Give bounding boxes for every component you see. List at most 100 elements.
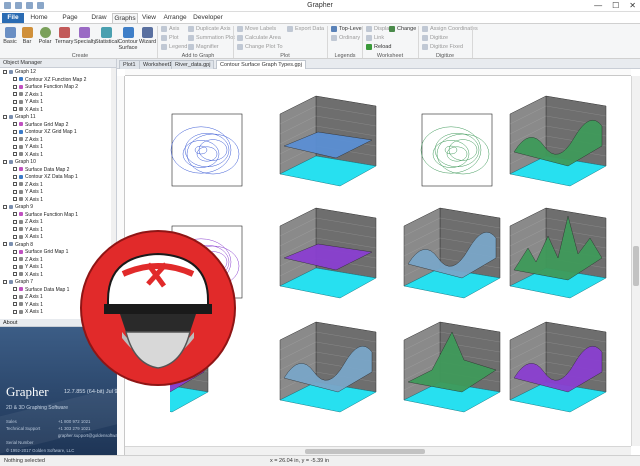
vertical-scroll-thumb[interactable] (633, 246, 639, 286)
add-plot-button[interactable]: Plot (161, 35, 178, 41)
top-level-legend-button[interactable]: Top-Level (331, 26, 363, 32)
visibility-checkbox[interactable] (13, 219, 17, 224)
tree-item[interactable]: X Axis 1 (13, 107, 43, 114)
tree-item[interactable]: Surface Function Map 1 (13, 212, 78, 219)
tree-item[interactable]: Z Axis 1 (13, 294, 43, 301)
polar-button[interactable]: Polar (37, 27, 53, 45)
tree-item[interactable]: Surface Function Map 2 (13, 84, 78, 91)
tab-developer[interactable]: Developer (192, 13, 224, 23)
digitize-fixed-button[interactable]: Digitize Fixed (422, 44, 463, 50)
horizontal-scrollbar[interactable] (125, 446, 631, 455)
vertical-scrollbar[interactable] (631, 76, 640, 446)
tree-item[interactable]: Y Axis 1 (13, 99, 43, 106)
visibility-checkbox[interactable] (13, 294, 17, 299)
visibility-checkbox[interactable] (13, 182, 17, 186)
export-data-button[interactable]: Export Data (287, 26, 324, 32)
calculate-area-button[interactable]: Calculate Area (237, 35, 281, 41)
visibility-checkbox[interactable] (13, 144, 17, 149)
tree-item[interactable]: Surface Grid Map 2 (13, 122, 68, 129)
tab-graphs[interactable]: Graphs (112, 13, 138, 23)
tree-graph-node[interactable]: Graph 9 (3, 204, 33, 211)
doc-tab-river-data[interactable]: River_data.gpj (171, 60, 215, 69)
visibility-checkbox[interactable] (3, 159, 7, 164)
tree-graph-node[interactable]: Graph 10 (3, 159, 36, 166)
digitize-button[interactable]: Digitize (422, 35, 448, 41)
add-axis-button[interactable]: Axis (161, 26, 179, 32)
visibility-checkbox[interactable] (13, 152, 17, 156)
tree-item[interactable]: Surface Data Map 2 (13, 167, 69, 174)
bar-button[interactable]: Bar (20, 27, 34, 45)
link-worksheet-button[interactable]: Link (366, 35, 384, 41)
tab-home[interactable]: Home (28, 13, 50, 23)
visibility-checkbox[interactable] (13, 272, 17, 276)
magnifier-button[interactable]: Magnifier (188, 44, 219, 50)
visibility-checkbox[interactable] (13, 92, 17, 96)
ordinary-legend-button[interactable]: Ordinary (331, 35, 360, 41)
tab-arrange[interactable]: Arrange (162, 13, 188, 23)
tab-draw[interactable]: Draw (89, 13, 109, 23)
statistical-button[interactable]: Statistical (95, 27, 119, 45)
tree-item[interactable]: Y Axis 1 (13, 302, 43, 309)
close-button[interactable]: ✕ (629, 1, 636, 10)
tree-item[interactable]: Z Axis 1 (13, 182, 43, 189)
tree-graph-node[interactable]: Graph 12 (3, 69, 36, 76)
tab-view[interactable]: View (140, 13, 158, 23)
tree-item[interactable]: Contour XZ Data Map 1 (13, 174, 78, 181)
visibility-checkbox[interactable] (13, 107, 17, 111)
basic-button[interactable]: Basic (3, 27, 17, 45)
wizard-button[interactable]: Wizard (139, 27, 156, 45)
visibility-checkbox[interactable] (13, 122, 17, 126)
tree-item[interactable]: Contour XZ Function Map 2 (13, 77, 86, 84)
tab-page-layout[interactable]: Page Layout (53, 13, 87, 31)
specialty-button[interactable]: Specialty (74, 27, 96, 45)
visibility-checkbox[interactable] (13, 167, 17, 171)
duplicate-axis-button[interactable]: Duplicate Axis (188, 26, 231, 32)
doc-tab-contour-surface[interactable]: Contour Surface Graph Types.gpj (216, 60, 306, 69)
visibility-checkbox[interactable] (13, 197, 17, 201)
add-legend-button[interactable]: Legend (161, 44, 187, 50)
change-worksheet-button[interactable]: Change (389, 26, 416, 32)
tree-item[interactable]: Y Axis 1 (13, 144, 43, 151)
doc-tab-plot1[interactable]: Plot1 (119, 60, 140, 69)
ternary-button[interactable]: Ternary (55, 27, 73, 45)
minimize-button[interactable]: — (594, 1, 602, 10)
tree-item[interactable]: Surface Data Map 1 (13, 287, 69, 294)
tree-item[interactable]: Z Axis 1 (13, 137, 43, 144)
visibility-checkbox[interactable] (13, 309, 17, 314)
tree-graph-node[interactable]: Graph 8 (3, 242, 33, 249)
visibility-checkbox[interactable] (3, 242, 7, 246)
tree-item[interactable]: Surface Grid Map 1 (13, 249, 68, 256)
visibility-checkbox[interactable] (13, 174, 17, 179)
visibility-checkbox[interactable] (13, 257, 17, 261)
tree-item[interactable]: X Axis 1 (13, 152, 43, 159)
tree-item[interactable]: Y Axis 1 (13, 189, 43, 196)
tree-item[interactable]: X Axis 1 (13, 197, 43, 204)
tree-item[interactable]: Y Axis 1 (13, 264, 43, 271)
assign-coordinates-button[interactable]: Assign Coordinates (422, 26, 478, 32)
horizontal-scroll-thumb[interactable] (305, 449, 425, 454)
tab-file[interactable]: File (2, 13, 24, 23)
visibility-checkbox[interactable] (3, 279, 7, 284)
contour-surface-button[interactable]: Contour Surface (118, 27, 138, 51)
tree-graph-node[interactable]: Graph 11 (3, 114, 35, 121)
visibility-checkbox[interactable] (13, 129, 17, 134)
summation-plot-button[interactable]: Summation Plot (188, 35, 235, 41)
visibility-checkbox[interactable] (13, 302, 17, 306)
visibility-checkbox[interactable] (13, 234, 17, 239)
visibility-checkbox[interactable] (13, 227, 17, 231)
visibility-checkbox[interactable] (13, 264, 17, 269)
visibility-checkbox[interactable] (13, 77, 17, 81)
tree-item[interactable]: Z Axis 1 (13, 92, 43, 99)
visibility-checkbox[interactable] (13, 212, 17, 216)
visibility-checkbox[interactable] (13, 189, 17, 194)
visibility-checkbox[interactable] (3, 114, 7, 119)
tree-graph-node[interactable]: Graph 7 (3, 279, 33, 286)
tree-item[interactable]: Contour XZ Grid Map 1 (13, 129, 77, 136)
move-labels-button[interactable]: Move Labels (237, 26, 276, 32)
tree-item[interactable]: Z Axis 1 (13, 219, 43, 226)
maximize-button[interactable]: ☐ (612, 1, 619, 10)
visibility-checkbox[interactable] (13, 84, 17, 89)
visibility-checkbox[interactable] (13, 287, 17, 291)
tree-item[interactable]: X Axis 1 (13, 234, 43, 241)
visibility-checkbox[interactable] (3, 69, 7, 74)
